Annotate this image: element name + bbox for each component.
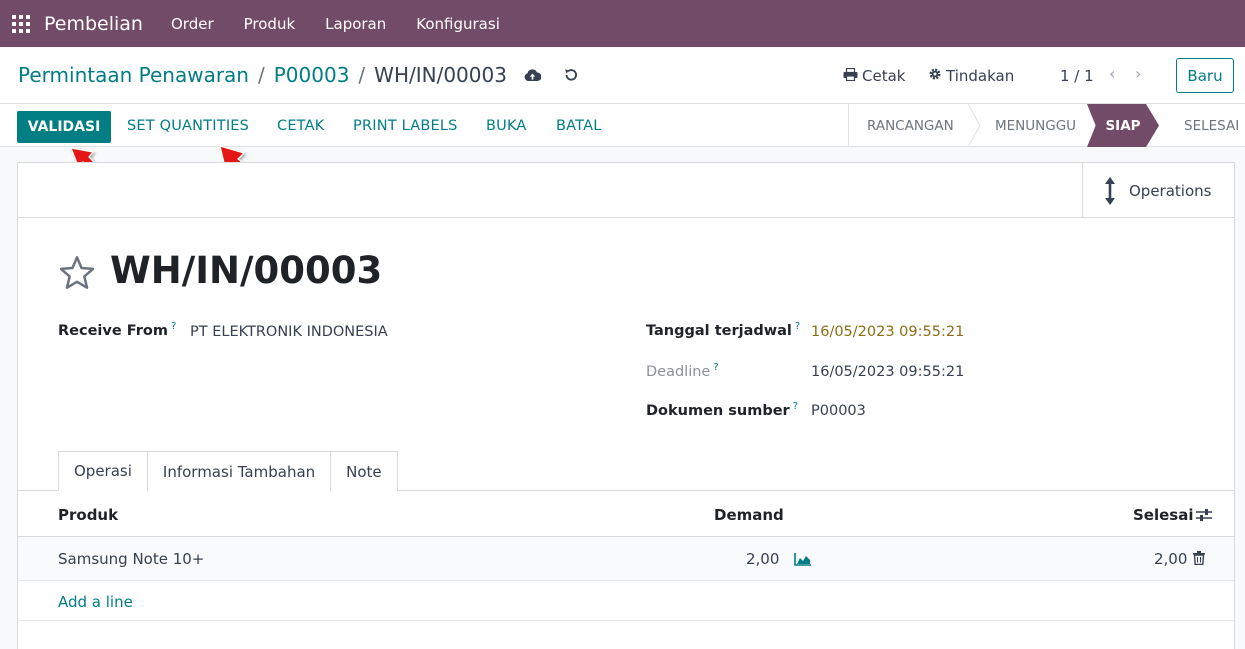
- pager-next-icon[interactable]: ›: [1135, 64, 1141, 83]
- help-icon[interactable]: ?: [713, 362, 718, 373]
- unlock-button[interactable]: BUKA: [486, 118, 527, 134]
- breadcrumb: Permintaan Penawaran / P00003 / WH/IN/00…: [18, 63, 581, 87]
- receive-from-value[interactable]: PT ELEKTRONIK INDONESIA: [190, 324, 388, 340]
- operations-label: Operations: [1129, 181, 1212, 200]
- menu-configuration[interactable]: Konfigurasi: [416, 15, 500, 33]
- row-demand[interactable]: 2,00: [746, 550, 779, 568]
- source-document-value[interactable]: P00003: [811, 403, 866, 419]
- cloud-upload-icon[interactable]: [523, 65, 543, 85]
- column-settings-icon[interactable]: [1196, 508, 1212, 526]
- help-icon[interactable]: ?: [171, 321, 176, 332]
- add-line-link[interactable]: Add a line: [58, 593, 133, 611]
- help-icon[interactable]: ?: [795, 321, 800, 332]
- deadline-value[interactable]: 16/05/2023 09:55:21: [811, 364, 964, 380]
- trash-icon[interactable]: [1193, 551, 1205, 569]
- deadline-label: Deadline?: [646, 362, 719, 380]
- menu-order[interactable]: Order: [171, 15, 214, 33]
- cancel-button[interactable]: BATAL: [556, 118, 601, 134]
- top-navbar: Pembelian Order Produk Laporan Konfigura…: [0, 0, 1245, 47]
- gear-icon: [928, 67, 942, 85]
- column-done[interactable]: Selesai: [1133, 506, 1193, 524]
- menu-reporting[interactable]: Laporan: [325, 15, 386, 33]
- print-labels-button[interactable]: PRINT LABELS: [353, 118, 458, 134]
- pager-prev-icon[interactable]: ‹: [1109, 64, 1115, 83]
- stage-ready[interactable]: SIAP: [1087, 104, 1159, 147]
- scheduled-date-value[interactable]: 16/05/2023 09:55:21: [811, 324, 964, 340]
- apps-grid-icon[interactable]: [12, 14, 32, 33]
- menu-products[interactable]: Produk: [244, 15, 296, 33]
- column-demand[interactable]: Demand: [714, 506, 784, 524]
- stage-chevron-icon: [967, 104, 981, 147]
- notebook-tabs: Operasi Informasi Tambahan Note: [58, 451, 398, 491]
- table-header: Produk Demand Selesai: [18, 491, 1234, 537]
- action-dropdown[interactable]: Tindakan: [928, 67, 1014, 85]
- row-product[interactable]: Samsung Note 10+: [58, 550, 204, 568]
- control-panel: Permintaan Penawaran / P00003 / WH/IN/00…: [0, 47, 1245, 104]
- new-button[interactable]: Baru: [1176, 58, 1234, 93]
- row-done[interactable]: 2,00: [1154, 550, 1187, 568]
- print-label: Cetak: [862, 67, 906, 85]
- receive-from-label: Receive From?: [58, 321, 177, 339]
- breadcrumb-po[interactable]: P00003: [274, 63, 350, 87]
- pager-value[interactable]: 1 / 1: [1060, 67, 1094, 85]
- print-button[interactable]: CETAK: [277, 118, 324, 134]
- column-product[interactable]: Produk: [58, 506, 118, 524]
- app-name[interactable]: Pembelian: [44, 13, 143, 35]
- forecast-chart-icon[interactable]: [794, 552, 812, 570]
- stage-done[interactable]: SELESAI: [1184, 104, 1239, 147]
- discard-undo-icon[interactable]: [561, 65, 581, 85]
- breadcrumb-current: WH/IN/00003: [374, 63, 507, 87]
- scheduled-date-label: Tanggal terjadwal?: [646, 321, 801, 339]
- star-icon[interactable]: [58, 255, 96, 295]
- print-dropdown[interactable]: Cetak: [843, 67, 905, 85]
- breadcrumb-rfq[interactable]: Permintaan Penawaran: [18, 63, 249, 87]
- tab-operations[interactable]: Operasi: [58, 451, 148, 491]
- form-sheet: Operations WH/IN/00003 Receive From? PT …: [17, 162, 1235, 649]
- help-icon[interactable]: ?: [793, 401, 798, 412]
- stage-draft[interactable]: RANCANGAN: [867, 104, 954, 147]
- tab-additional-info[interactable]: Informasi Tambahan: [146, 451, 332, 491]
- printer-icon: [843, 67, 858, 85]
- action-label: Tindakan: [946, 67, 1015, 85]
- vertical-arrows-icon: [1105, 176, 1115, 205]
- breadcrumb-separator: /: [257, 63, 265, 87]
- source-document-label: Dokumen sumber?: [646, 401, 799, 419]
- record-title: WH/IN/00003: [110, 249, 383, 292]
- add-line-divider: [18, 620, 1234, 621]
- smart-button-bar: Operations: [18, 163, 1234, 218]
- breadcrumb-separator: /: [358, 63, 366, 87]
- stage-waiting[interactable]: MENUNGGU: [995, 104, 1076, 147]
- set-quantities-button[interactable]: SET QUANTITIES: [127, 118, 249, 134]
- operations-smart-button[interactable]: Operations: [1082, 163, 1234, 218]
- tab-note[interactable]: Note: [330, 451, 398, 491]
- table-row[interactable]: Samsung Note 10+ 2,00 2,00: [18, 537, 1234, 581]
- status-stages: RANCANGAN MENUNGGU SIAP SELESAI: [848, 104, 1245, 147]
